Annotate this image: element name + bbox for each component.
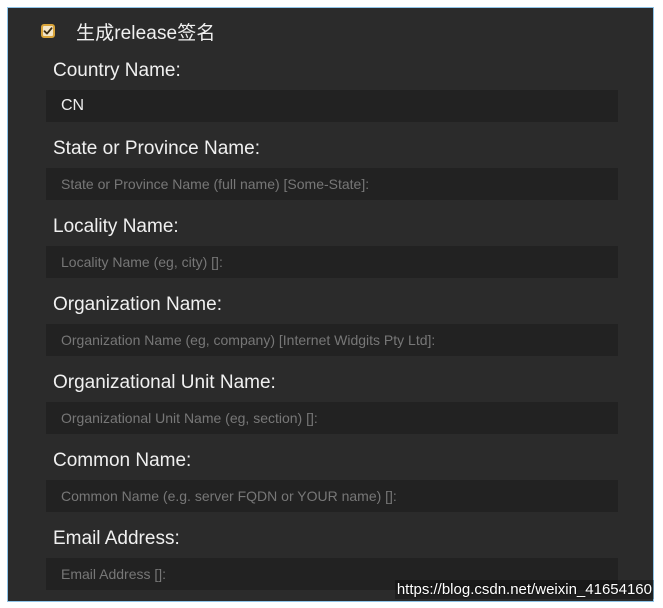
locality-name-input[interactable] [46, 246, 618, 278]
certificate-form-panel: 生成release签名 Country Name: State or Provi… [7, 7, 654, 602]
release-signature-row[interactable]: 生成release签名 [41, 16, 215, 46]
watermark-url: https://blog.csdn.net/weixin_41654160 [394, 580, 654, 599]
state-province-input[interactable] [46, 168, 618, 200]
release-signature-checkbox[interactable] [41, 24, 55, 38]
organizational-unit-input[interactable] [46, 402, 618, 434]
organizational-unit-label: Organizational Unit Name: [53, 372, 276, 393]
country-name-input[interactable] [46, 90, 618, 122]
country-name-label: Country Name: [53, 60, 181, 81]
locality-name-label: Locality Name: [53, 216, 179, 237]
organization-name-input[interactable] [46, 324, 618, 356]
organization-name-label: Organization Name: [53, 294, 222, 315]
state-province-label: State or Province Name: [53, 138, 260, 159]
release-signature-label: 生成release签名 [76, 22, 216, 44]
common-name-label: Common Name: [53, 450, 192, 471]
email-address-label: Email Address: [53, 528, 180, 549]
check-icon [43, 27, 53, 35]
common-name-input[interactable] [46, 480, 618, 512]
